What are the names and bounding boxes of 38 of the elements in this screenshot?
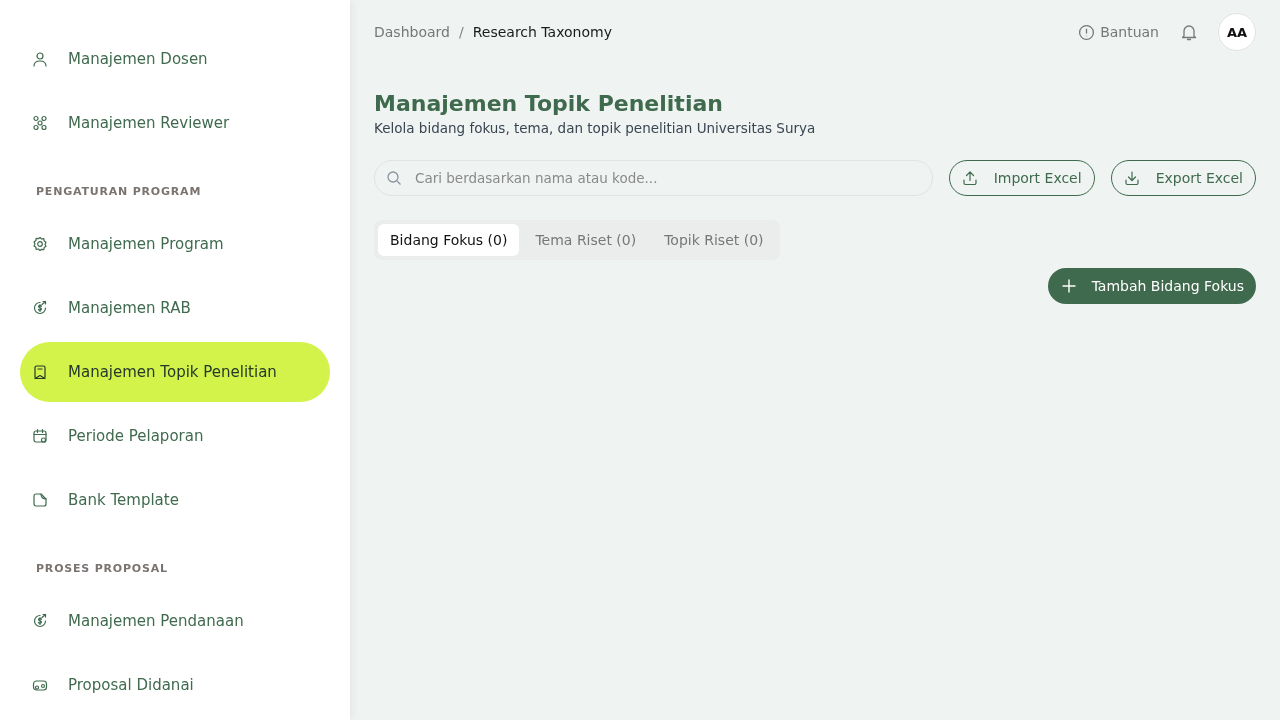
sidebar-item[interactable]: Manajemen Dosen xyxy=(20,29,330,89)
note-icon xyxy=(32,492,48,508)
plus-icon xyxy=(1061,279,1076,293)
user-icon xyxy=(32,51,48,67)
tab[interactable]: Tema Riset (0) xyxy=(523,224,649,256)
user-avatar[interactable]: AA xyxy=(1218,13,1256,51)
breadcrumb-item[interactable]: Dashboard xyxy=(374,24,450,40)
help-button[interactable]: Bantuan xyxy=(1078,23,1159,41)
sidebar-item[interactable]: Manajemen Reviewer xyxy=(20,93,330,153)
wallet-icon xyxy=(32,677,48,693)
sidebar-item[interactable]: Periode Pelaporan xyxy=(20,406,330,466)
sidebar-item[interactable]: Bank Template xyxy=(20,470,330,530)
add-button[interactable]: Tambah Bidang Fokus xyxy=(1047,268,1256,304)
coin-icon xyxy=(32,300,48,316)
bookmark-icon xyxy=(32,364,48,380)
sidebar-item[interactable]: Proposal Didanai xyxy=(20,655,330,715)
section-heading: PROSES PROPOSAL xyxy=(35,561,169,577)
section-heading: PENGATURAN PROGRAM xyxy=(35,184,203,200)
info-icon xyxy=(1078,23,1096,41)
tab[interactable]: Topik Riset (0) xyxy=(652,224,776,256)
gear-icon xyxy=(32,236,48,252)
notification-icon[interactable] xyxy=(1179,22,1199,42)
sidebar-item[interactable]: Manajemen Pendanaan xyxy=(20,591,330,651)
sidebar-item[interactable]: Manajemen Program xyxy=(20,214,330,274)
page-title: Manajemen Topik Penelitian xyxy=(374,91,724,116)
sidebar-item[interactable]: Manajemen RAB xyxy=(20,278,330,338)
calendar-icon xyxy=(32,428,48,444)
sidebar-item[interactable]: Manajemen Topik Penelitian xyxy=(20,342,330,402)
people-icon xyxy=(32,115,48,131)
coin-icon xyxy=(32,613,48,629)
tab[interactable]: Bidang Fokus (0) xyxy=(378,224,520,256)
page-subtitle: Kelola bidang fokus, tema, dan topik penelitian Universitas Surya xyxy=(374,120,817,136)
upload-icon xyxy=(961,170,978,186)
search-field[interactable]: Cari berdasarkan nama atau kode... xyxy=(374,160,933,196)
search-icon xyxy=(386,170,402,186)
download-icon xyxy=(1123,170,1140,186)
breadcrumb-separator: / xyxy=(458,24,464,40)
breadcrumb-item: Research Taxonomy xyxy=(472,24,612,40)
